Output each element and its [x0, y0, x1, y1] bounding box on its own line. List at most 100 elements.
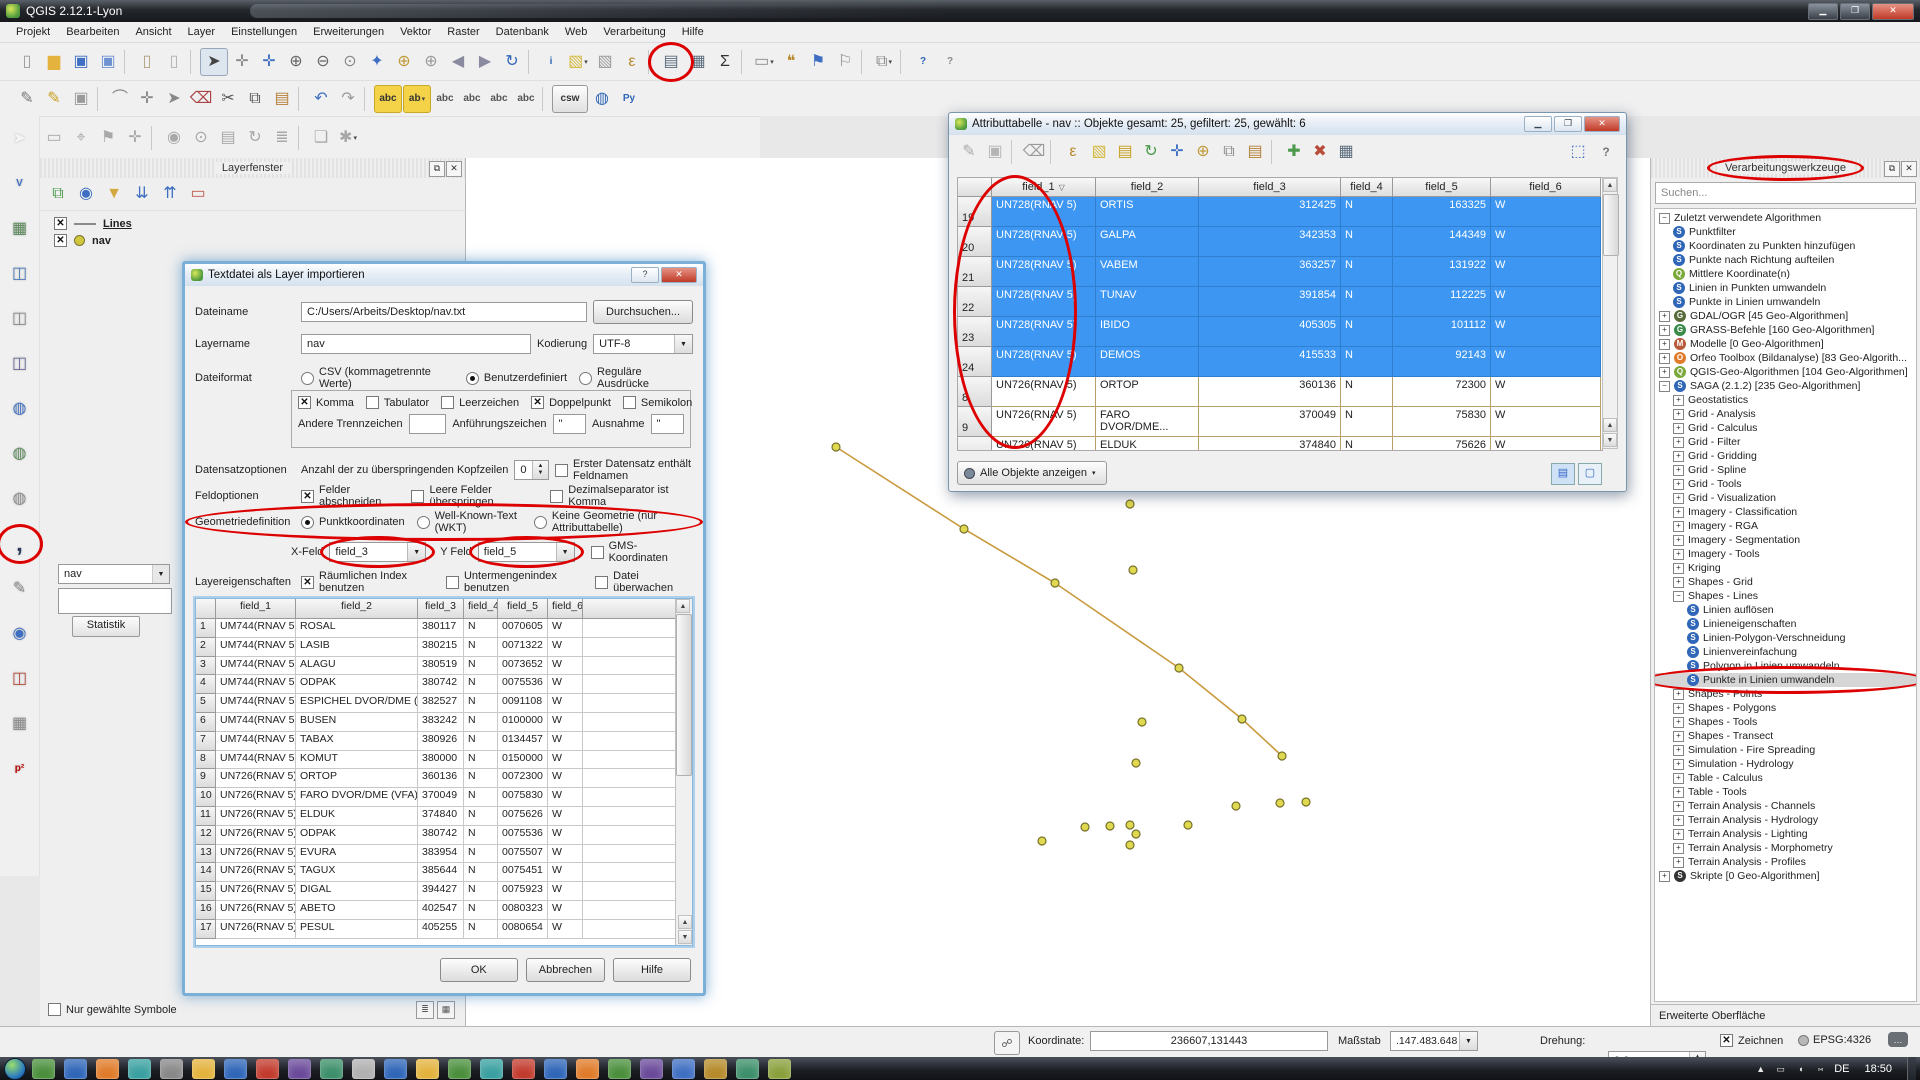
zoom-to-selection-button[interactable]: ⊕: [1191, 140, 1215, 164]
field-option-felder-abschneiden[interactable]: ✕Felder abschneiden: [301, 484, 399, 508]
coordinate-input[interactable]: 236607,131443: [1090, 1031, 1328, 1051]
expand-icon[interactable]: +: [1659, 871, 1670, 882]
taskbar-app-17[interactable]: [544, 1059, 567, 1079]
change-label-button[interactable]: ≣: [269, 125, 295, 151]
maximize-button[interactable]: ❐: [1840, 3, 1870, 20]
expand-icon[interactable]: +: [1659, 339, 1670, 350]
help-contents-button[interactable]: ?: [910, 49, 936, 75]
preview-table-row[interactable]: 7UM744(RNAV 5)TABAX380926N0134457W: [196, 732, 692, 751]
geometry-option-punktkoordinaten[interactable]: Punktkoordinaten: [301, 516, 405, 529]
expand-icon[interactable]: +: [1673, 451, 1684, 462]
tree-item[interactable]: +Terrain Analysis - Morphometry: [1655, 841, 1916, 855]
taskbar-app-19[interactable]: [608, 1059, 631, 1079]
show-desktop-button[interactable]: [1907, 1057, 1916, 1080]
taskbar-app-16[interactable]: [512, 1059, 535, 1079]
new-shapefile-layer-button[interactable]: ✎: [7, 576, 33, 602]
float-panel-button[interactable]: ⧉: [429, 161, 445, 177]
tree-item[interactable]: +GGDAL/OGR [45 Geo-Algorithmen]: [1655, 309, 1916, 323]
menu-vektor[interactable]: Vektor: [392, 23, 439, 41]
expand-icon[interactable]: +: [1673, 857, 1684, 868]
tree-item[interactable]: SLinien-Polygon-Verschneidung: [1655, 631, 1916, 645]
delete-selected-button[interactable]: ⌫: [188, 86, 214, 112]
expand-icon[interactable]: +: [1659, 325, 1670, 336]
new-bookmark-button[interactable]: ⚑: [805, 49, 831, 75]
refresh-button[interactable]: ↻: [499, 49, 525, 75]
expand-icon[interactable]: +: [1673, 465, 1684, 476]
tree-item[interactable]: +Grid - Tools: [1655, 477, 1916, 491]
xfield-combo[interactable]: field_3▼: [329, 542, 426, 562]
identify-features-button[interactable]: i: [538, 49, 564, 75]
tree-item[interactable]: +Terrain Analysis - Hydrology: [1655, 813, 1916, 827]
paste-features-button[interactable]: ▤: [269, 86, 295, 112]
attribute-row[interactable]: 22UN728(RNAV 5)TUNAV391854N112225W: [958, 287, 1602, 317]
messages-button[interactable]: …: [1888, 1032, 1908, 1047]
tree-item[interactable]: SPunkte in Linien umwandeln: [1655, 295, 1916, 309]
open-project-button[interactable]: ▆: [41, 49, 67, 75]
tree-item[interactable]: +GGRASS-Befehle [160 Geo-Algorithmen]: [1655, 323, 1916, 337]
tree-item[interactable]: +Shapes - Polygons: [1655, 701, 1916, 715]
tree-item[interactable]: +Grid - Spline: [1655, 463, 1916, 477]
label-ab-button[interactable]: ab▾: [403, 85, 431, 113]
tree-item[interactable]: +Shapes - Transect: [1655, 729, 1916, 743]
svg-annotation-button[interactable]: ⚑: [95, 125, 121, 151]
tree-item[interactable]: +Terrain Analysis - Lighting: [1655, 827, 1916, 841]
taskbar-app-14[interactable]: [448, 1059, 471, 1079]
scroll-up-arrow-2[interactable]: ▲: [1603, 418, 1617, 432]
tree-item[interactable]: +Table - Tools: [1655, 785, 1916, 799]
separator-option-doppelpunkt[interactable]: ✕Doppelpunkt: [531, 396, 611, 409]
hilfe-button[interactable]: Hilfe: [613, 958, 691, 982]
taskbar-app-2[interactable]: [64, 1059, 87, 1079]
expand-icon[interactable]: +: [1673, 437, 1684, 448]
layer-prop-option-datei-berwachen[interactable]: Datei überwachen: [595, 570, 687, 594]
tree-item[interactable]: SLinienvereinfachung: [1655, 645, 1916, 659]
attribute-row[interactable]: 23UN728(RNAV 5)IBIDO405305N101112W: [958, 317, 1602, 347]
preview-table-row[interactable]: 2UM744(RNAV 5)LASIB380215N0071322W: [196, 638, 692, 657]
header-lines-spinner[interactable]: 0▲▼: [514, 460, 549, 480]
expand-icon[interactable]: +: [1659, 311, 1670, 322]
tree-item[interactable]: −SSAGA (2.1.2) [235 Geo-Algorithmen]: [1655, 379, 1916, 393]
close-button[interactable]: ✕: [661, 267, 697, 283]
label-options-4-button[interactable]: abc: [513, 86, 539, 112]
taskbar-app-8[interactable]: [256, 1059, 279, 1079]
visibility-checkbox[interactable]: ✕: [54, 217, 67, 230]
separator-option-komma[interactable]: ✕Komma: [298, 396, 354, 409]
label-options-2-button[interactable]: abc: [459, 86, 485, 112]
tree-item[interactable]: +Grid - Filter: [1655, 435, 1916, 449]
add-postgis-layer-button[interactable]: ◫: [7, 261, 33, 287]
statistics-field-list[interactable]: [58, 588, 172, 614]
preview-table-row[interactable]: 15UN726(RNAV 5)DIGAL394427N0075923W: [196, 882, 692, 901]
tree-item[interactable]: +Imagery - Tools: [1655, 547, 1916, 561]
tree-item[interactable]: SLinieneigenschaften: [1655, 617, 1916, 631]
expand-icon[interactable]: +: [1673, 549, 1684, 560]
tree-item[interactable]: QMittlere Koordinate(n): [1655, 267, 1916, 281]
menu-layer[interactable]: Layer: [180, 23, 224, 41]
preview-table-row[interactable]: 5UM744(RNAV 5)ESPICHEL DVOR/DME (ESP)382…: [196, 694, 692, 713]
menu-datenbank[interactable]: Datenbank: [488, 23, 557, 41]
tree-item[interactable]: SPunkte in Linien umwandeln: [1655, 673, 1916, 687]
preview-table-row[interactable]: 11UN726(RNAV 5)ELDUK374840N0075626W: [196, 807, 692, 826]
new-map-view-button[interactable]: ⧉▾: [871, 49, 897, 75]
clock[interactable]: 18:50: [1856, 1063, 1900, 1075]
new-project-button[interactable]: ▯: [14, 49, 40, 75]
label-options-1-button[interactable]: abc: [432, 86, 458, 112]
expand-icon[interactable]: +: [1673, 773, 1684, 784]
tree-item[interactable]: +Grid - Gridding: [1655, 449, 1916, 463]
python-console-button[interactable]: Py: [616, 86, 642, 112]
geometry-option-keine-geometrie-nur-attributtabelle-[interactable]: Keine Geometrie (nur Attributtabelle): [534, 510, 687, 534]
taskbar-app-10[interactable]: [320, 1059, 343, 1079]
add-wcs-layer-button[interactable]: ◍: [7, 441, 33, 467]
tree-item[interactable]: SLinien in Punkten umwandeln: [1655, 281, 1916, 295]
attribute-row[interactable]: 19UN728(RNAV 5)ORTIS312425N163325W: [958, 197, 1602, 227]
scroll-thumb[interactable]: [676, 614, 692, 776]
current-edits-button[interactable]: ✎: [14, 86, 40, 112]
checkbox-icon[interactable]: [48, 1003, 61, 1016]
yfield-combo[interactable]: field_5▼: [478, 542, 575, 562]
expand-icon[interactable]: +: [1673, 507, 1684, 518]
menu-hilfe[interactable]: Hilfe: [674, 23, 712, 41]
new-print-composer-button[interactable]: ▯: [134, 49, 160, 75]
statistik-button[interactable]: Statistik: [72, 616, 140, 637]
first-record-checkbox[interactable]: Erster Datensatz enthält Feldnamen: [555, 458, 693, 482]
preview-table-row[interactable]: 3UM744(RNAV 5)ALAGU380519N0073652W: [196, 657, 692, 676]
scale-combo[interactable]: .147.483.648▼: [1390, 1031, 1478, 1051]
preview-table-row[interactable]: 6UM744(RNAV 5)BUSEN383242N0100000W: [196, 713, 692, 732]
